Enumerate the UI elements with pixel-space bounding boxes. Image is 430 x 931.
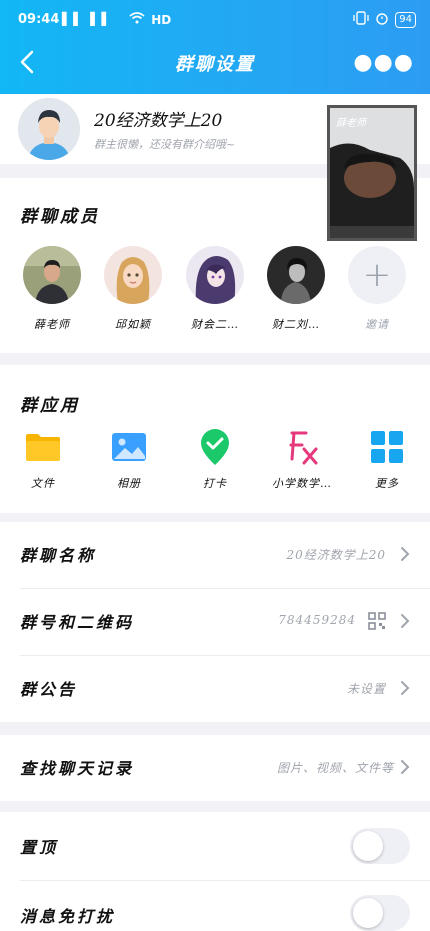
title-bar: 09:44 ▌▌ ▌▌ HD 94 群聊设置 ●●●: [0, 0, 430, 94]
floating-video-window[interactable]: 薛老师: [327, 105, 417, 241]
vibrate-icon: [353, 11, 369, 28]
toggle-knob: [353, 898, 383, 928]
network-type: HD: [151, 12, 172, 27]
row-announcement[interactable]: 群公告 未设置: [0, 656, 430, 722]
row-label: 置顶: [20, 838, 59, 857]
more-options-icon[interactable]: ●●●: [353, 50, 414, 75]
member-avatar: [104, 246, 162, 304]
add-icon: +: [348, 246, 406, 304]
alarm-icon: [375, 11, 389, 28]
invite-label: 邀请: [365, 318, 389, 331]
member-item[interactable]: 财二刘…: [266, 246, 326, 332]
row-pin-top: 置顶: [0, 812, 430, 878]
toggle-settings-card: 置顶 消息免打扰: [0, 812, 430, 931]
battery-icon: 94: [395, 11, 416, 28]
do-not-disturb-toggle[interactable]: [350, 895, 410, 931]
members-title: 群聊成员: [20, 207, 100, 227]
row-label: 群公告: [20, 680, 78, 699]
video-caller-name: 薛老师: [336, 118, 366, 129]
status-right-icons: HD 94: [129, 11, 416, 28]
app-name: 更多: [375, 477, 399, 490]
photo-album-icon: [109, 427, 149, 467]
group-settings-rows: 群聊名称 20经济数学上20 群号和二维码 784459284 群公告 未设置: [0, 522, 430, 722]
member-item[interactable]: 邱如颖: [103, 246, 163, 332]
app-item-more[interactable]: 更多: [347, 427, 427, 491]
search-history-card: 查找聊天记录 图片、视频、文件等: [0, 735, 430, 801]
member-name: 财会二…: [191, 318, 239, 331]
chevron-right-icon: [401, 760, 410, 774]
row-search-history[interactable]: 查找聊天记录 图片、视频、文件等: [0, 735, 430, 801]
member-avatar: [23, 246, 81, 304]
folder-icon: [23, 427, 63, 467]
app-name: 相册: [117, 477, 141, 490]
app-item-checkin[interactable]: 打卡: [175, 427, 255, 491]
signal-icon: ▌▌ ▌▌: [62, 12, 113, 26]
app-name: 小学数学…: [272, 477, 332, 490]
member-name: 薛老师: [34, 318, 70, 331]
member-item[interactable]: 薛老师: [22, 246, 82, 332]
group-description: 群主很懒，还没有群介绍哦~: [94, 138, 236, 151]
member-name: 邱如颖: [115, 318, 151, 331]
check-in-icon: [195, 427, 235, 467]
row-value: 未设置: [346, 682, 386, 696]
grid-icon: [367, 427, 407, 467]
row-do-not-disturb: 消息免打扰: [0, 881, 430, 931]
toggle-knob: [353, 831, 383, 861]
pin-top-toggle[interactable]: [350, 828, 410, 864]
chevron-right-icon: [401, 547, 410, 561]
member-item[interactable]: 财会二…: [185, 246, 245, 332]
chevron-right-icon: [401, 614, 410, 628]
status-bar: 09:44 ▌▌ ▌▌ HD 94: [0, 0, 430, 40]
app-item-album[interactable]: 相册: [89, 427, 169, 491]
row-label: 查找聊天记录: [20, 759, 135, 778]
status-time: 09:44: [18, 12, 60, 27]
row-value: 784459284: [278, 613, 356, 627]
row-group-name[interactable]: 群聊名称 20经济数学上20: [0, 522, 430, 588]
fx-icon: [282, 427, 322, 467]
row-value: 20经济数学上20: [286, 548, 386, 562]
row-label: 群号和二维码: [20, 613, 135, 632]
app-item-math[interactable]: 小学数学…: [262, 427, 342, 491]
app-name: 打卡: [203, 477, 227, 490]
app-name: 文件: [31, 477, 55, 490]
row-label: 群聊名称: [20, 546, 97, 565]
group-name: 20经济数学上20: [94, 111, 223, 131]
member-avatar: [267, 246, 325, 304]
apps-title: 群应用: [20, 396, 80, 416]
group-avatar[interactable]: [18, 98, 80, 160]
qr-code-icon: [368, 612, 386, 630]
row-value: 图片、视频、文件等: [276, 761, 394, 775]
chevron-right-icon: [401, 681, 410, 695]
member-name: 财二刘…: [272, 318, 320, 331]
member-avatar: [186, 246, 244, 304]
row-group-number-qr[interactable]: 群号和二维码 784459284: [0, 589, 430, 655]
wifi-icon: [129, 12, 145, 27]
row-label: 消息免打扰: [20, 907, 116, 926]
invite-button[interactable]: + 邀请: [347, 246, 407, 332]
group-apps-section: 群应用 文件 相册 打卡 小学数学… 更多: [0, 365, 430, 513]
app-item-files[interactable]: 文件: [3, 427, 83, 491]
